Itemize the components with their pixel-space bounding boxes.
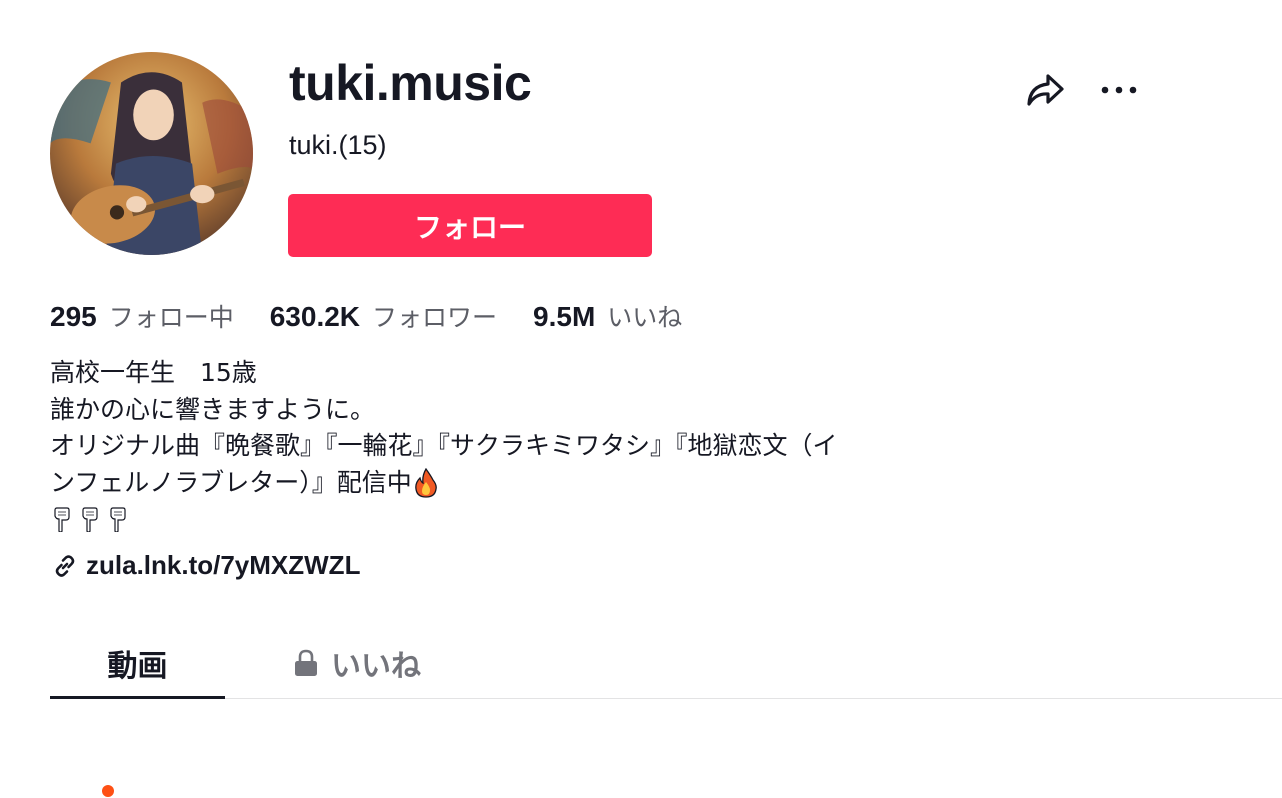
link-chain-icon <box>55 554 75 577</box>
avatar[interactable] <box>50 52 253 255</box>
stat-likes: 9.5M いいね <box>533 298 682 334</box>
tab-liked[interactable]: いいね <box>282 630 432 696</box>
pointing-down-icon <box>54 507 70 533</box>
bio-line-with-emoji: ンフェルノラブレター）』配信中 <box>50 465 1010 502</box>
bio-line: 高校一年生 15歳 <box>50 358 257 387</box>
username: tuki.music <box>289 55 532 111</box>
share-arrow-icon[interactable] <box>1024 70 1066 110</box>
profile-tabs: 動画 いいね <box>50 630 1282 699</box>
tab-videos[interactable]: 動画 <box>50 630 225 699</box>
link-text: zula.lnk.to/7yMXZWZL <box>86 550 361 580</box>
stat-value: 630.2K <box>269 301 361 332</box>
stat-value: 9.5M <box>533 301 596 332</box>
nickname: tuki.(15) <box>289 130 387 160</box>
more-dots-icon[interactable] <box>1098 78 1140 102</box>
bio-line: 誰かの心に響きますように。 <box>50 394 376 424</box>
stat-label: いいね <box>607 303 683 332</box>
pointing-hands <box>50 501 1010 538</box>
fire-icon <box>414 467 437 498</box>
bio: 高校一年生 15歳 誰かの心に響きますように。 オリジナル曲『晩餐歌』『一輪花』… <box>50 355 1010 538</box>
tab-label: 動画 <box>107 649 168 684</box>
stat-value: 295 <box>50 301 97 332</box>
stat-label: フォロワー <box>372 303 498 332</box>
profile-page: tuki.music tuki.(15) フォロー 295 フォロー中 630.… <box>0 0 1282 798</box>
stat-followers[interactable]: 630.2K フォロワー <box>270 298 497 334</box>
stats-row: 295 フォロー中 630.2K フォロワー 9.5M いいね <box>50 298 718 334</box>
pointing-down-icon <box>82 507 98 533</box>
bio-line-text: ンフェルノラブレター）』配信中 <box>50 467 412 497</box>
tab-label: いいね <box>331 649 421 684</box>
bio-line: オリジナル曲『晩餐歌』『一輪花』『サクラキミワタシ』『地獄恋文（イ <box>50 431 838 460</box>
stat-label: フォロー中 <box>108 303 234 332</box>
follow-button[interactable]: フォロー <box>288 194 652 257</box>
pointing-down-icon <box>110 507 126 533</box>
loading-indicator <box>102 785 114 797</box>
stat-following[interactable]: 295 フォロー中 <box>50 298 234 334</box>
lock-icon <box>295 649 317 676</box>
profile-link[interactable]: zula.lnk.to/7yMXZWZL <box>52 550 360 581</box>
